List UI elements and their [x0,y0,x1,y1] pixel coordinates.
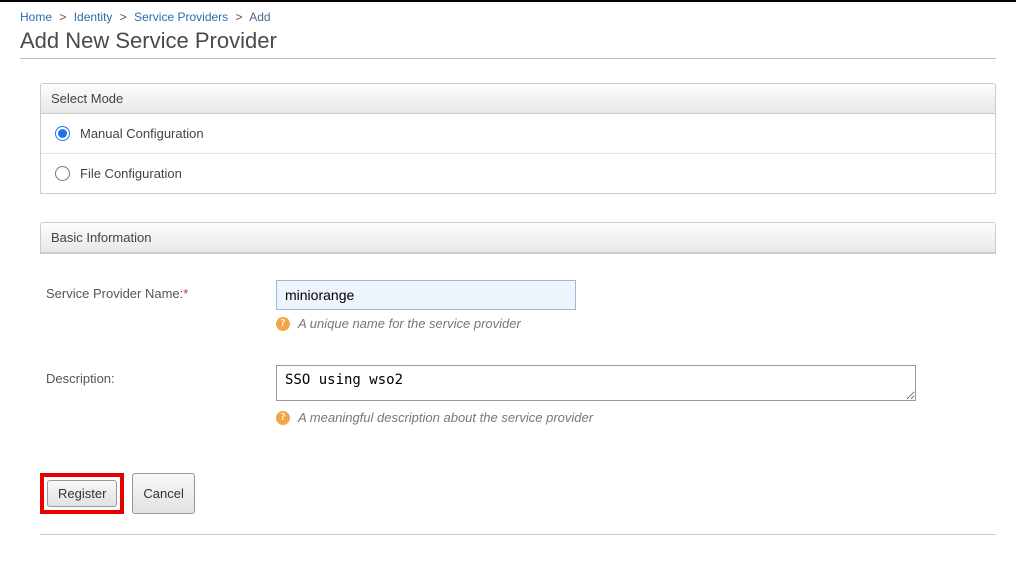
mode-manual-radio[interactable] [55,126,70,141]
mode-file-row[interactable]: File Configuration [41,154,995,193]
select-mode-section: Select Mode Manual Configuration File Co… [40,83,996,194]
breadcrumb-sep: > [232,10,247,24]
breadcrumb-service-providers[interactable]: Service Providers [134,10,228,24]
help-icon: ? [276,317,290,331]
select-mode-header: Select Mode [41,84,995,114]
register-button[interactable]: Register [47,480,117,507]
sp-name-input[interactable] [276,280,576,310]
mode-file-radio[interactable] [55,166,70,181]
cancel-button[interactable]: Cancel [132,473,194,514]
breadcrumb-add: Add [249,10,270,24]
mode-manual-label: Manual Configuration [80,126,204,141]
breadcrumb-sep: > [116,10,131,24]
breadcrumb-sep: > [55,10,70,24]
basic-info-section: Basic Information [40,222,996,254]
description-input[interactable]: SSO using wso2 [276,365,916,401]
button-row: Register Cancel [40,473,996,535]
required-asterisk: * [183,286,188,301]
page-title: Add New Service Provider [20,28,996,59]
basic-info-header: Basic Information [41,223,995,253]
mode-file-label: File Configuration [80,166,182,181]
description-label: Description: [46,371,115,386]
register-highlight: Register [40,473,124,514]
breadcrumb: Home > Identity > Service Providers > Ad… [20,10,996,24]
help-icon: ? [276,411,290,425]
breadcrumb-identity[interactable]: Identity [74,10,113,24]
mode-manual-row[interactable]: Manual Configuration [41,114,995,154]
description-hint: A meaningful description about the servi… [298,410,593,425]
breadcrumb-home[interactable]: Home [20,10,52,24]
sp-name-label: Service Provider Name: [46,286,183,301]
sp-name-hint: A unique name for the service provider [298,316,521,331]
